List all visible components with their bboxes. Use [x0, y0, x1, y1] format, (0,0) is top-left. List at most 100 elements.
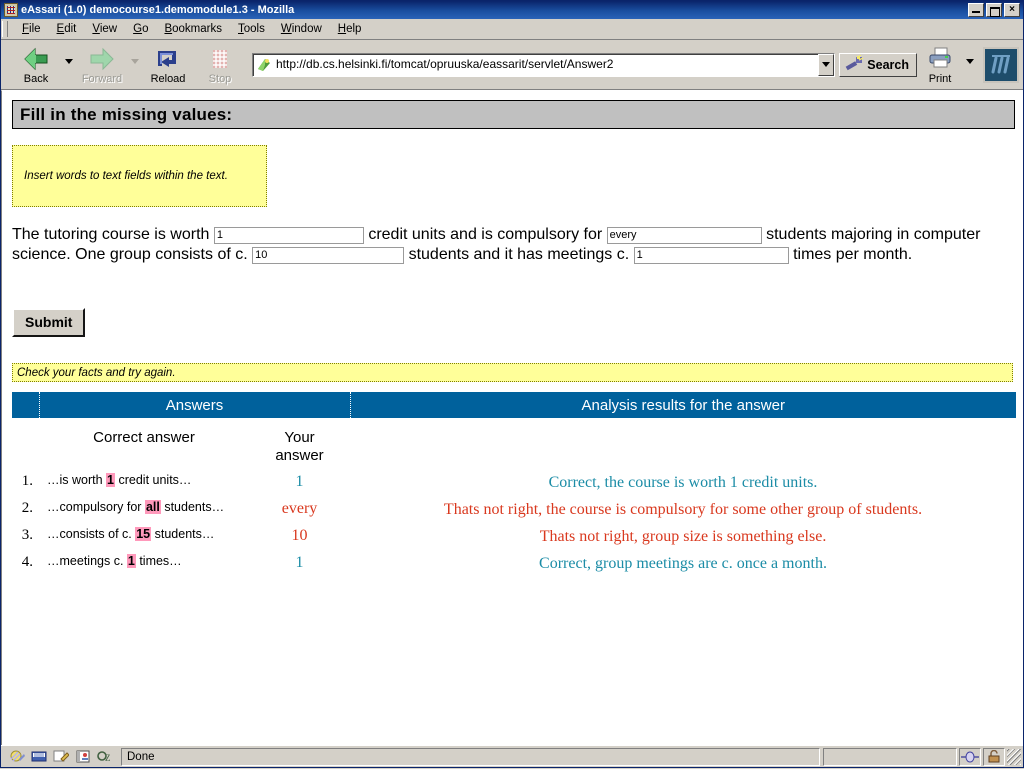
print-dropdown[interactable]: [963, 42, 977, 88]
reload-icon: [154, 46, 182, 72]
stop-icon: [206, 46, 234, 72]
close-button[interactable]: ×: [1004, 3, 1020, 17]
subheader-correct-answer: Correct answer: [93, 429, 195, 446]
correct-answer-highlight: 15: [135, 527, 152, 541]
chatzilla-icon[interactable]: Z: [97, 749, 113, 764]
back-label: Back: [23, 73, 49, 85]
instruction-note: Insert words to text fields within the t…: [12, 145, 267, 207]
navigation-toolbar: Back Forward Reload Stop http://db.cs.he…: [1, 40, 1023, 90]
security-lock-icon[interactable]: [983, 747, 1005, 766]
progress-panel: [823, 747, 957, 766]
svg-text:Z: Z: [105, 753, 111, 763]
correct-answer-prefix: …consists of c.: [47, 527, 136, 541]
menu-items: File Edit View Go Bookmarks Tools Window…: [10, 19, 369, 39]
printer-icon: [926, 46, 954, 72]
correct-answer-cell: …consists of c. 15 students…: [39, 520, 249, 547]
back-arrow-icon: [22, 46, 50, 72]
subheader-your-answer: Your answer: [249, 418, 350, 466]
correct-answer-suffix: times…: [135, 554, 182, 568]
url-text[interactable]: http://db.cs.helsinki.fi/tomcat/opruuska…: [276, 57, 818, 72]
print-button[interactable]: Print: [917, 42, 963, 88]
menu-view[interactable]: View: [84, 21, 125, 37]
search-icon: [844, 53, 864, 75]
blank-field-4[interactable]: [633, 246, 789, 264]
search-button[interactable]: Search: [839, 52, 917, 77]
status-text: Done: [127, 750, 155, 763]
status-bar: Z Done: [1, 745, 1023, 767]
exercise-part-2: credit units and is compulsory for: [368, 226, 603, 243]
blank-field-1[interactable]: [213, 226, 364, 244]
results-subheader-row: Correct answer Your answer: [12, 418, 1016, 466]
address-bar[interactable]: http://db.cs.helsinki.fi/tomcat/opruuska…: [252, 52, 836, 77]
correct-answer-suffix: students…: [151, 527, 215, 541]
results-table: Answers Analysis results for the answer …: [12, 392, 1016, 574]
menu-help[interactable]: Help: [330, 21, 370, 37]
correct-answer-cell: …compulsory for all students…: [39, 493, 249, 520]
browser-window: eAssari (1.0) democourse1.demomodule1.3 …: [0, 0, 1024, 768]
results-header-row: Answers Analysis results for the answer: [12, 392, 1016, 418]
analysis-cell: Correct, the course is worth 1 credit un…: [548, 474, 818, 491]
mail-icon[interactable]: [31, 749, 47, 764]
status-message-panel: Done: [121, 747, 820, 766]
search-label: Search: [867, 57, 909, 72]
analysis-cell: Correct, group meetings are c. once a mo…: [539, 555, 827, 572]
print-label: Print: [928, 73, 952, 85]
component-bar: Z: [3, 749, 121, 764]
page-title: Fill in the missing values:: [20, 104, 233, 124]
menu-file[interactable]: File: [14, 21, 49, 37]
mozilla-logo-icon[interactable]: [983, 46, 1019, 83]
url-dropdown-button[interactable]: [818, 53, 835, 76]
correct-answer-prefix: …is worth: [47, 473, 107, 487]
back-button[interactable]: Back: [10, 42, 62, 88]
submit-button[interactable]: Submit: [12, 308, 86, 337]
exercise-part-1: The tutoring course is worth: [12, 226, 210, 243]
resize-grip[interactable]: [1007, 748, 1021, 765]
subheader-analysis-spacer: [350, 418, 1016, 466]
composer-icon[interactable]: [9, 749, 25, 764]
forward-button[interactable]: Forward: [76, 42, 128, 88]
menu-tools[interactable]: Tools: [230, 21, 273, 37]
network-status-icon[interactable]: [959, 747, 981, 766]
stop-label: Stop: [208, 73, 232, 85]
menu-go[interactable]: Go: [125, 21, 156, 37]
minimize-button[interactable]: [968, 3, 984, 17]
subheader-your-line1: Your: [284, 429, 315, 446]
table-row: 3. …consists of c. 15 students… 10 Thats no…: [12, 520, 1016, 547]
reload-label: Reload: [150, 73, 186, 85]
header-analysis: Analysis results for the answer: [350, 392, 1016, 418]
menu-window[interactable]: Window: [273, 21, 330, 37]
page-content: Fill in the missing values: Insert words…: [1, 90, 1023, 745]
row-number: 4.: [21, 554, 33, 570]
back-history-dropdown[interactable]: [62, 42, 76, 88]
addressbook-icon[interactable]: [75, 749, 91, 764]
menu-bar: File Edit View Go Bookmarks Tools Window…: [1, 19, 1023, 40]
analysis-cell: Thats not right, group size is something…: [539, 528, 827, 545]
editor-icon[interactable]: [53, 749, 70, 764]
exercise-part-4: students and it has meetings c.: [408, 246, 630, 263]
forward-arrow-icon: [88, 46, 116, 72]
app-icon: [4, 3, 18, 17]
table-row: 4. …meetings c. 1 times… 1 Correct, group m…: [12, 547, 1016, 574]
row-number: 2.: [21, 500, 33, 516]
menu-bookmarks[interactable]: Bookmarks: [156, 21, 230, 37]
your-answer-cell: 1: [295, 554, 304, 571]
title-bar: eAssari (1.0) democourse1.demomodule1.3 …: [1, 1, 1023, 19]
header-answers: Answers: [39, 392, 351, 418]
reload-button[interactable]: Reload: [142, 42, 194, 88]
header-spacer: [12, 392, 40, 418]
correct-answer-suffix: credit units…: [115, 473, 192, 487]
menu-gripper[interactable]: [1, 19, 10, 39]
stop-button[interactable]: Stop: [194, 42, 246, 88]
correct-answer-highlight: 1: [106, 473, 115, 487]
correct-answer-prefix: …compulsory for: [47, 500, 145, 514]
forward-history-dropdown[interactable]: [128, 42, 142, 88]
maximize-button[interactable]: [986, 3, 1002, 17]
blank-field-3[interactable]: [252, 246, 405, 264]
menu-edit[interactable]: Edit: [49, 21, 85, 37]
analysis-cell: Thats not right, the course is compulsor…: [443, 501, 923, 518]
your-answer-cell: 1: [295, 473, 304, 490]
window-title: eAssari (1.0) democourse1.demomodule1.3 …: [21, 4, 295, 16]
correct-answer-highlight: 1: [126, 554, 136, 568]
blank-field-2[interactable]: [606, 226, 762, 244]
table-row: 1. …is worth 1 credit units… 1 Correct, the…: [12, 466, 1016, 493]
